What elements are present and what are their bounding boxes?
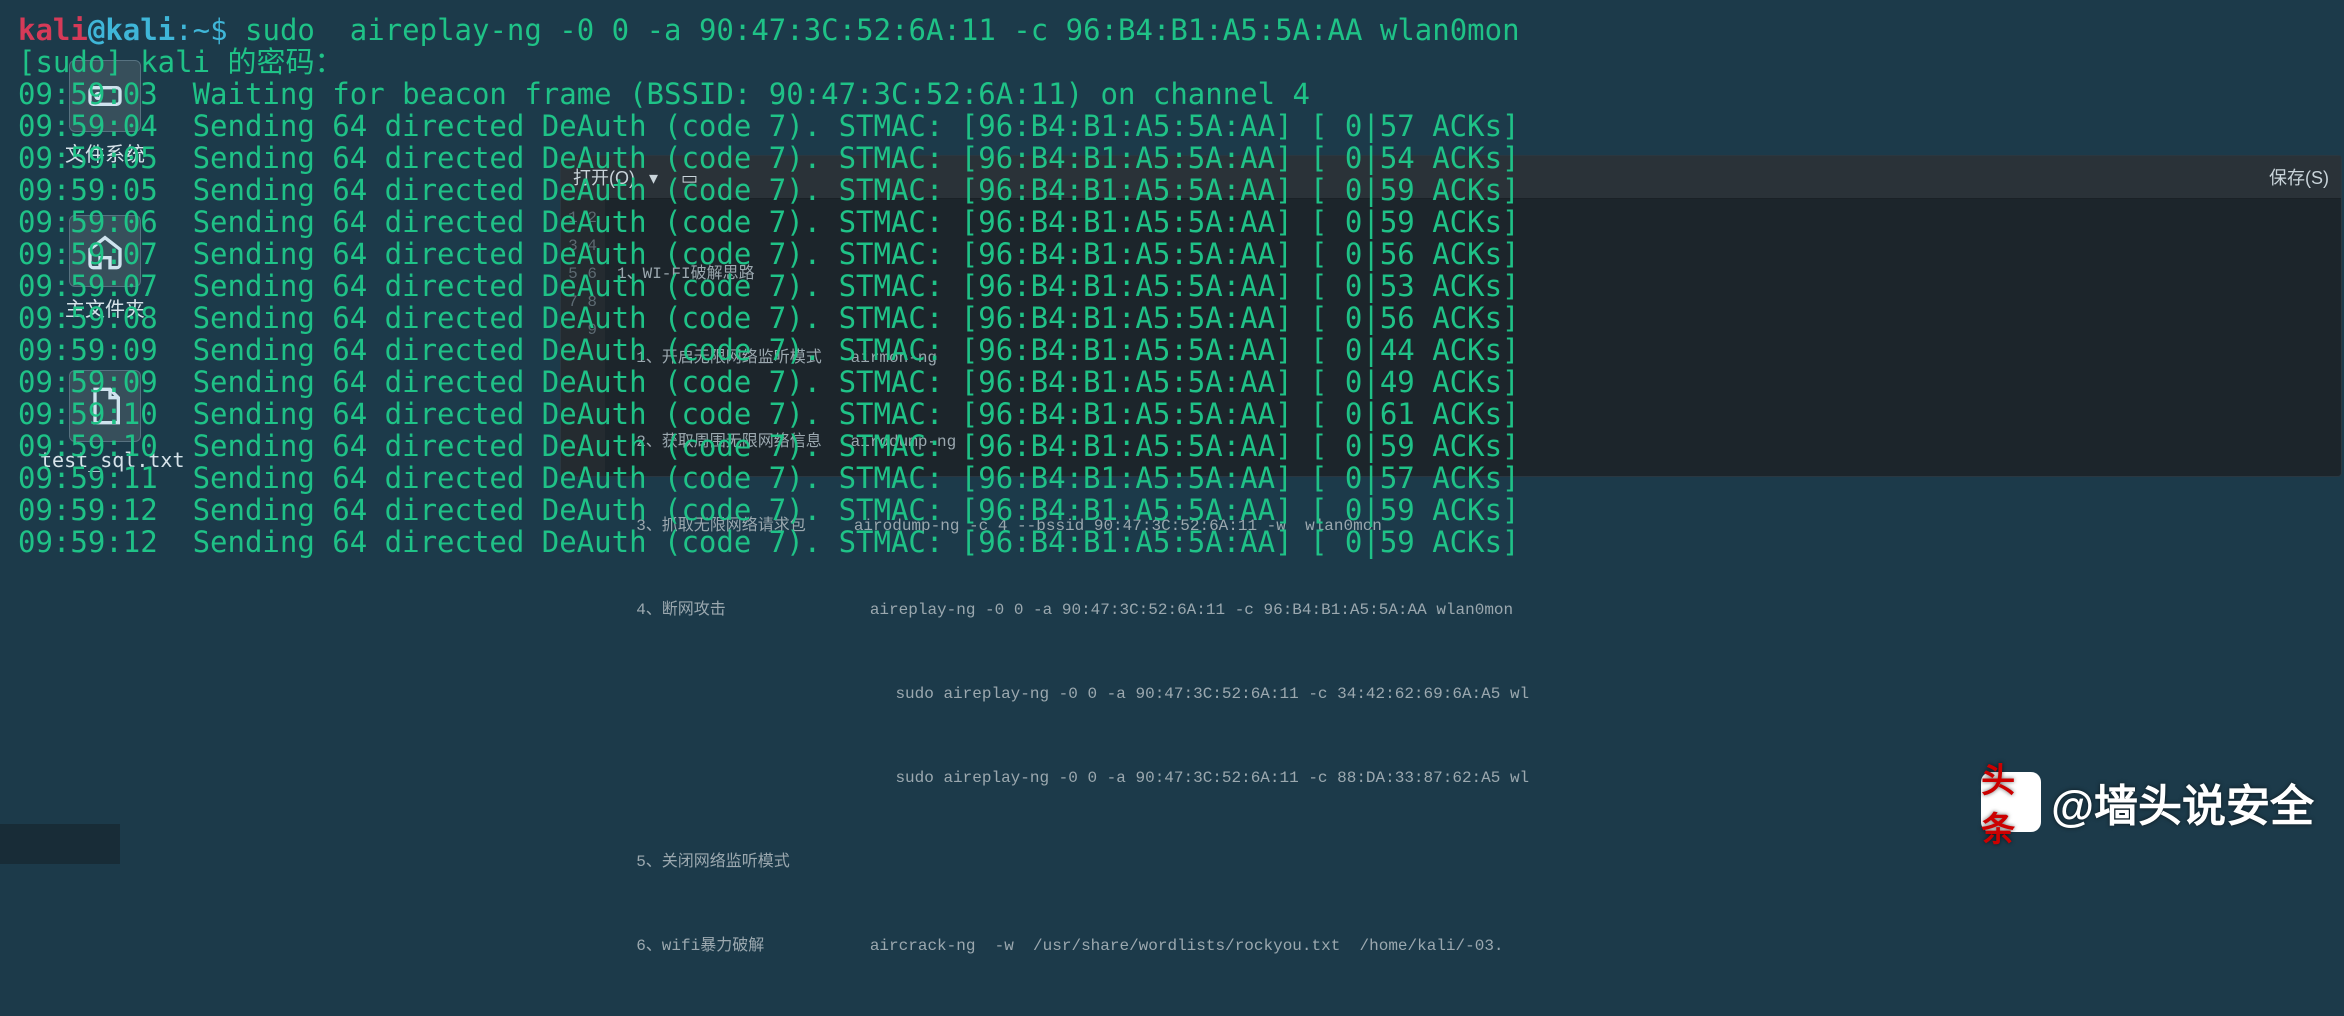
prompt-colon: : bbox=[175, 13, 192, 47]
terminal-line: 09:59:05 Sending 64 directed DeAuth (cod… bbox=[18, 142, 2326, 174]
watermark-text: @墙头说安全 bbox=[2051, 770, 2314, 834]
prompt-user: kali bbox=[18, 13, 88, 47]
terminal-line: 09:59:12 Sending 64 directed DeAuth (cod… bbox=[18, 526, 2326, 558]
command-text: sudo aireplay-ng -0 0 -a 90:47:3C:52:6A:… bbox=[228, 13, 1520, 47]
terminal-line: 09:59:12 Sending 64 directed DeAuth (cod… bbox=[18, 494, 2326, 526]
terminal-line: 09:59:10 Sending 64 directed DeAuth (cod… bbox=[18, 398, 2326, 430]
terminal-line: 09:59:06 Sending 64 directed DeAuth (cod… bbox=[18, 206, 2326, 238]
terminal-line: 09:59:10 Sending 64 directed DeAuth (cod… bbox=[18, 430, 2326, 462]
prompt-dollar: $ bbox=[210, 13, 227, 47]
terminal-line: 09:59:05 Sending 64 directed DeAuth (cod… bbox=[18, 174, 2326, 206]
prompt-host: kali bbox=[105, 13, 175, 47]
prompt-at: @ bbox=[88, 13, 105, 47]
editor-line: 6、wifi暴力破解 aircrack-ng -w /usr/share/wor… bbox=[617, 932, 2331, 960]
terminal-line: 09:59:09 Sending 64 directed DeAuth (cod… bbox=[18, 334, 2326, 366]
terminal-line: 09:59:04 Sending 64 directed DeAuth (cod… bbox=[18, 110, 2326, 142]
terminal-line: 09:59:09 Sending 64 directed DeAuth (cod… bbox=[18, 366, 2326, 398]
terminal-line: 09:59:07 Sending 64 directed DeAuth (cod… bbox=[18, 238, 2326, 270]
watermark-logo-icon: 头条 bbox=[1981, 772, 2041, 832]
terminal[interactable]: kali@kali:~$ sudo aireplay-ng -0 0 -a 90… bbox=[0, 0, 2344, 864]
terminal-line: 09:59:07 Sending 64 directed DeAuth (cod… bbox=[18, 270, 2326, 302]
watermark: 头条 @墙头说安全 bbox=[1981, 770, 2314, 834]
sudo-prompt: [sudo] kali 的密码： bbox=[18, 46, 2326, 78]
prompt-line: kali@kali:~$ sudo aireplay-ng -0 0 -a 90… bbox=[18, 14, 2326, 46]
terminal-line: 09:59:08 Sending 64 directed DeAuth (cod… bbox=[18, 302, 2326, 334]
terminal-line: 09:59:11 Sending 64 directed DeAuth (cod… bbox=[18, 462, 2326, 494]
terminal-line: 09:59:03 Waiting for beacon frame (BSSID… bbox=[18, 78, 2326, 110]
prompt-path: ~ bbox=[193, 13, 210, 47]
